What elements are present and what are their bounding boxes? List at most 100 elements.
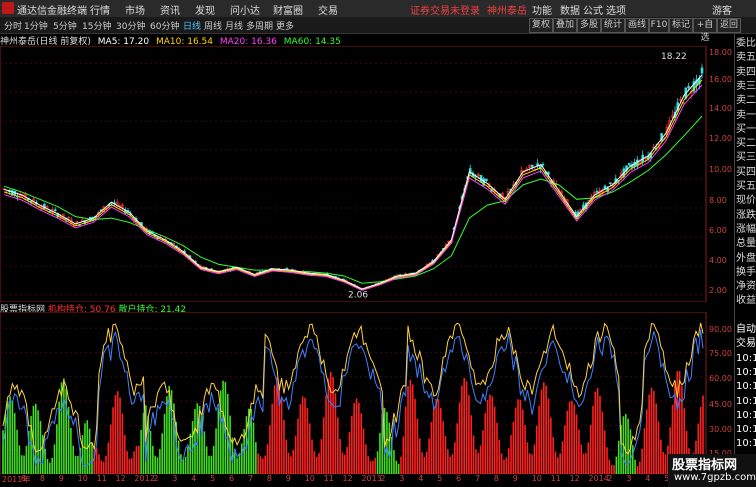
stats-button[interactable]: 统计 — [601, 18, 625, 33]
high-price-label: 18.22 — [661, 52, 687, 62]
x-tick-label: 4 — [418, 474, 424, 483]
add-favorite-button[interactable]: +自选 — [693, 18, 717, 43]
candle-body — [485, 178, 488, 182]
period-more[interactable]: 更多 — [276, 19, 294, 32]
x-tick-label: 3 — [626, 474, 632, 483]
period-5min[interactable]: 5分钟 — [53, 19, 77, 32]
x-tick-label: 8 — [266, 474, 272, 483]
candle-body — [627, 163, 631, 166]
y-tick: 6.00 — [709, 226, 727, 235]
menu-shuju[interactable]: 数据 — [560, 2, 580, 17]
back-button[interactable]: 返回 — [717, 18, 741, 33]
user-guest[interactable]: 游客 — [712, 2, 732, 17]
x-tick-label: 5 — [210, 474, 216, 483]
y-tick: 12.00 — [709, 134, 732, 143]
multi-stock-button[interactable]: 多股 — [577, 18, 601, 33]
kline-chart[interactable]: 18.22 2.06 — [0, 46, 708, 302]
quote-field-label: 买四 — [736, 166, 756, 178]
title-bar: 通达信金融终端 行情 市场 资讯 发现 问小达 财富圈 交易 证券交易未登录 神… — [0, 0, 756, 18]
period-daily[interactable]: 日线 — [183, 19, 201, 32]
menu-zixun[interactable]: 资讯 — [160, 2, 180, 17]
candle-body — [285, 268, 289, 270]
menu-xuanxiang[interactable]: 选项 — [606, 2, 626, 17]
quote-field-label: 10:1 — [736, 352, 756, 364]
menu-faxian[interactable]: 发现 — [195, 2, 215, 17]
x-tick-label: 8 — [39, 474, 45, 483]
period-60min[interactable]: 60分钟 — [150, 19, 179, 32]
f10-button[interactable]: F10 — [649, 18, 669, 33]
candle-body — [53, 209, 57, 212]
quote-field-label: 买二 — [736, 138, 756, 150]
candle-body — [595, 190, 599, 193]
main-chart-info: 神州泰岳(日线 前复权) MA5: 17.20 MA10: 16.54 MA20… — [0, 34, 345, 47]
x-tick-label: 6 — [20, 474, 26, 483]
x-tick-label: 2011年 — [2, 475, 31, 484]
fuquan-button[interactable]: 复权 — [529, 18, 553, 33]
x-tick-label: 9 — [285, 474, 291, 483]
x-tick-label: 6 — [229, 474, 235, 483]
app-title: 通达信金融终端 — [17, 6, 87, 17]
quote-field-label: 委比 — [736, 38, 756, 49]
quote-field-label: 交易 — [736, 338, 756, 350]
quote-field-label: 换手 — [736, 266, 756, 278]
x-tick-label: 7 — [474, 474, 481, 483]
period-weekly[interactable]: 周线 — [204, 19, 222, 32]
x-tick-label: 12 — [115, 474, 126, 483]
ind-y-tick: 45.00 — [709, 400, 732, 409]
menu-caifuquan[interactable]: 财富圈 — [273, 2, 303, 17]
menu-jiaoyi[interactable]: 交易 — [318, 2, 338, 17]
quote-field-label: 10:1 — [736, 366, 756, 378]
quote-field-label: 涨幅 — [736, 223, 756, 235]
chart-frame — [0, 46, 707, 302]
watermark: 股票指标网 www.7gpzb.com — [668, 454, 756, 487]
quote-field-label: 卖四 — [736, 66, 756, 78]
ind-y-tick: 75.00 — [709, 349, 732, 358]
candle-body — [687, 86, 690, 89]
x-tick-label: 12 — [569, 474, 580, 483]
low-price-label: 2.06 — [348, 291, 368, 301]
menu-hangqing[interactable]: 行情 — [90, 2, 110, 17]
quote-field-label: 自动 — [736, 324, 756, 335]
quote-field-label: 卖一 — [736, 109, 756, 121]
menu-wenxiaoda[interactable]: 问小达 — [230, 2, 260, 17]
x-tick-label: 2 — [380, 474, 386, 483]
x-tick-label: 11 — [550, 474, 561, 483]
menu-gongshi[interactable]: 公式 — [583, 2, 603, 17]
y-tick: 2.00 — [709, 286, 727, 295]
x-axis: 2011年 6 8 9 10 11 12 2012 2 3 4 5 6 7 8 9 10 11 12 2013 2 3 4 5… — [0, 474, 730, 487]
period-15min[interactable]: 15分钟 — [82, 19, 111, 32]
x-tick-label: 7 — [247, 474, 254, 483]
quote-field-label: 卖三 — [736, 80, 756, 92]
x-tick-label: 2014 — [588, 474, 609, 483]
y-tick: 16.00 — [709, 75, 732, 84]
watermark-title: 股票指标网 — [672, 458, 738, 473]
menu-gongneng[interactable]: 功能 — [532, 2, 552, 17]
indicator-chart[interactable] — [0, 312, 708, 474]
period-monthly[interactable]: 月线 — [225, 19, 243, 32]
y-tick: 10.00 — [709, 165, 732, 174]
quote-field-label: 收益 — [736, 295, 756, 307]
overlay-button[interactable]: 叠加 — [553, 18, 577, 33]
quote-field-label: 涨跌 — [736, 209, 756, 221]
x-tick-label: 4 — [645, 474, 651, 483]
quote-field-label: 买三 — [736, 152, 756, 164]
quote-field-label: 10:1 — [736, 424, 756, 436]
stock-name: 神州泰岳 — [487, 6, 527, 17]
candle-body — [530, 164, 534, 168]
x-tick-label: 3 — [399, 474, 405, 483]
mark-button[interactable]: 标记 — [669, 18, 693, 33]
period-1min[interactable]: 1分钟 — [24, 19, 48, 32]
period-30min[interactable]: 30分钟 — [116, 19, 145, 32]
candle-body — [541, 163, 545, 166]
login-notice[interactable]: 证券交易未登录 — [410, 2, 480, 17]
menu-shichang[interactable]: 市场 — [125, 2, 145, 17]
draw-line-button[interactable]: 画线 — [625, 18, 649, 33]
quote-field-label: 买五 — [736, 181, 756, 192]
period-fenshi[interactable]: 分时 — [4, 19, 22, 32]
quote-field-label: 净资 — [736, 281, 756, 293]
x-tick-label: 6 — [456, 474, 462, 483]
period-multi[interactable]: 多周期 — [246, 19, 273, 32]
ind-y-tick: 30.00 — [709, 425, 732, 434]
candle-body — [609, 182, 612, 185]
quote-side-panel[interactable]: 委比 卖五 卖四 卖三 卖二 卖一 买一 买二 买三 买四 买五 现价 涨跌 涨幅 总量 外盘 换手 净资 收益 自动… — [734, 34, 756, 487]
